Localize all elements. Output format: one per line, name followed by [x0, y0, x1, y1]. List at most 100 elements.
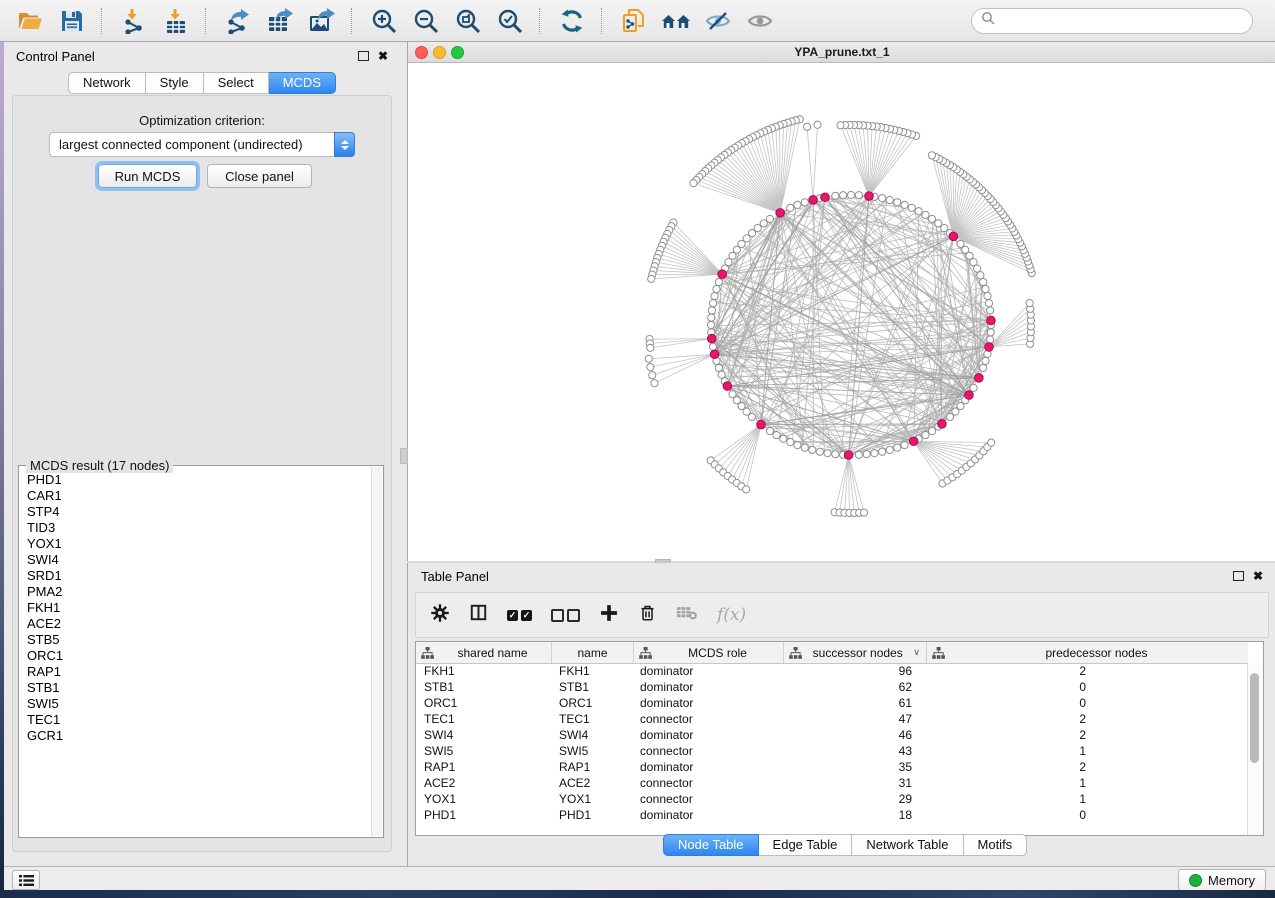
zoom-selected-button[interactable]	[490, 4, 530, 38]
graph-node[interactable]	[718, 371, 725, 378]
graph-node[interactable]	[935, 220, 942, 227]
graph-node[interactable]	[760, 220, 767, 227]
graph-node[interactable]	[814, 121, 821, 128]
network-graph-canvas[interactable]	[408, 63, 1275, 560]
mcds-result-item[interactable]: PMA2	[27, 584, 372, 600]
graph-node[interactable]	[766, 215, 773, 222]
float-window-icon[interactable]	[1233, 571, 1244, 581]
hide-selected-button[interactable]	[698, 4, 738, 38]
open-file-button[interactable]	[10, 4, 50, 38]
graph-node[interactable]	[894, 199, 901, 206]
graph-node[interactable]	[816, 448, 823, 455]
column-header-successor-nodes[interactable]: successor nodes ∨	[784, 642, 927, 663]
graph-node[interactable]	[970, 384, 977, 391]
graph-dominator-node[interactable]	[949, 232, 958, 241]
graph-node[interactable]	[809, 446, 816, 453]
mcds-result-item[interactable]: SWI4	[27, 552, 372, 568]
select-all-checkboxes-icon[interactable]: ✓✓	[507, 610, 532, 621]
table-row[interactable]: SWI4SWI4dominator462	[416, 727, 1248, 743]
graph-node[interactable]	[982, 285, 989, 292]
criterion-select[interactable]: largest connected component (undirected)	[49, 132, 355, 157]
network-titlebar[interactable]: YPA_prune.txt_1	[408, 42, 1275, 63]
graph-node[interactable]	[879, 195, 886, 202]
graph-node[interactable]	[982, 357, 989, 364]
column-header-name[interactable]: name	[552, 642, 634, 663]
graph-node[interactable]	[709, 343, 716, 350]
table-settings-gear-icon[interactable]	[430, 603, 450, 628]
graph-node[interactable]	[863, 451, 870, 458]
graph-node[interactable]	[984, 292, 991, 299]
graph-dominator-node[interactable]	[987, 316, 996, 325]
table-row[interactable]: TEC1TEC1connector472	[416, 711, 1248, 727]
tab-node-table[interactable]: Node Table	[663, 834, 759, 856]
graph-node[interactable]	[645, 355, 652, 362]
graph-node[interactable]	[928, 152, 935, 159]
mcds-result-item[interactable]: SWI5	[27, 696, 372, 712]
table-row[interactable]: RAP1RAP1dominator352	[416, 759, 1248, 775]
graph-node[interactable]	[647, 363, 654, 370]
graph-node[interactable]	[879, 448, 886, 455]
table-scrollbar[interactable]	[1247, 663, 1263, 835]
graph-node[interactable]	[651, 380, 658, 387]
import-network-button[interactable]	[114, 4, 154, 38]
graph-node[interactable]	[715, 364, 722, 371]
mcds-result-item[interactable]: TID3	[27, 520, 372, 536]
graph-node[interactable]	[801, 199, 808, 206]
mcds-result-item[interactable]: SRD1	[27, 568, 372, 584]
graph-node[interactable]	[1026, 299, 1033, 306]
close-icon[interactable]: ✖	[1253, 571, 1263, 581]
graph-dominator-node[interactable]	[821, 193, 830, 202]
graph-node[interactable]	[824, 450, 831, 457]
graph-node[interactable]	[957, 240, 964, 247]
graph-node[interactable]	[941, 224, 948, 231]
save-session-button[interactable]	[52, 4, 92, 38]
graph-node[interactable]	[713, 285, 720, 292]
graph-node[interactable]	[855, 451, 862, 458]
graph-node[interactable]	[780, 435, 787, 442]
table-row[interactable]: FKH1FKH1dominator962	[416, 663, 1248, 679]
home-networks-button[interactable]	[656, 4, 696, 38]
graph-node[interactable]	[711, 292, 718, 299]
graph-node[interactable]	[648, 275, 655, 282]
graph-node[interactable]	[832, 451, 839, 458]
mcds-result-item[interactable]: TEC1	[27, 712, 372, 728]
import-table-button[interactable]	[156, 4, 196, 38]
export-table-button[interactable]	[260, 4, 300, 38]
graph-node[interactable]	[871, 450, 878, 457]
graph-node[interactable]	[980, 364, 987, 371]
graph-node[interactable]	[803, 123, 810, 130]
graph-node[interactable]	[743, 486, 750, 493]
show-hidden-button[interactable]	[740, 4, 780, 38]
float-window-icon[interactable]	[358, 51, 369, 61]
graph-node[interactable]	[715, 278, 722, 285]
graph-node[interactable]	[787, 204, 794, 211]
zoom-in-button[interactable]	[364, 4, 404, 38]
graph-dominator-node[interactable]	[757, 420, 766, 429]
graph-node[interactable]	[894, 444, 901, 451]
tab-edge-table[interactable]: Edge Table	[759, 834, 853, 856]
export-network-button[interactable]	[218, 4, 258, 38]
table-row[interactable]: ACE2ACE2connector311	[416, 775, 1248, 791]
fit-content-button[interactable]	[448, 4, 488, 38]
clone-network-button[interactable]	[614, 4, 654, 38]
graph-node[interactable]	[725, 259, 732, 266]
mcds-result-item[interactable]: STP4	[27, 504, 372, 520]
tab-network-table[interactable]: Network Table	[852, 834, 963, 856]
graph-node[interactable]	[837, 122, 844, 129]
graph-node[interactable]	[794, 201, 801, 208]
graph-node[interactable]	[708, 307, 715, 314]
refresh-button[interactable]	[552, 4, 592, 38]
table-row[interactable]: YOX1YOX1connector291	[416, 791, 1248, 807]
graph-node[interactable]	[922, 211, 929, 218]
task-history-button[interactable]	[12, 870, 40, 890]
table-row[interactable]: SWI5SWI5connector431	[416, 743, 1248, 759]
run-mcds-button[interactable]: Run MCDS	[98, 164, 197, 188]
vertical-splitter-handle[interactable]	[400, 448, 408, 464]
table-row[interactable]: ORC1ORC1dominator610	[416, 695, 1248, 711]
graph-node[interactable]	[980, 278, 987, 285]
tab-mcds[interactable]: MCDS	[269, 72, 336, 94]
close-icon[interactable]: ✖	[378, 51, 388, 61]
graph-dominator-node[interactable]	[809, 196, 818, 205]
deselect-all-checkboxes-icon[interactable]	[551, 609, 580, 622]
graph-node[interactable]	[922, 431, 929, 438]
